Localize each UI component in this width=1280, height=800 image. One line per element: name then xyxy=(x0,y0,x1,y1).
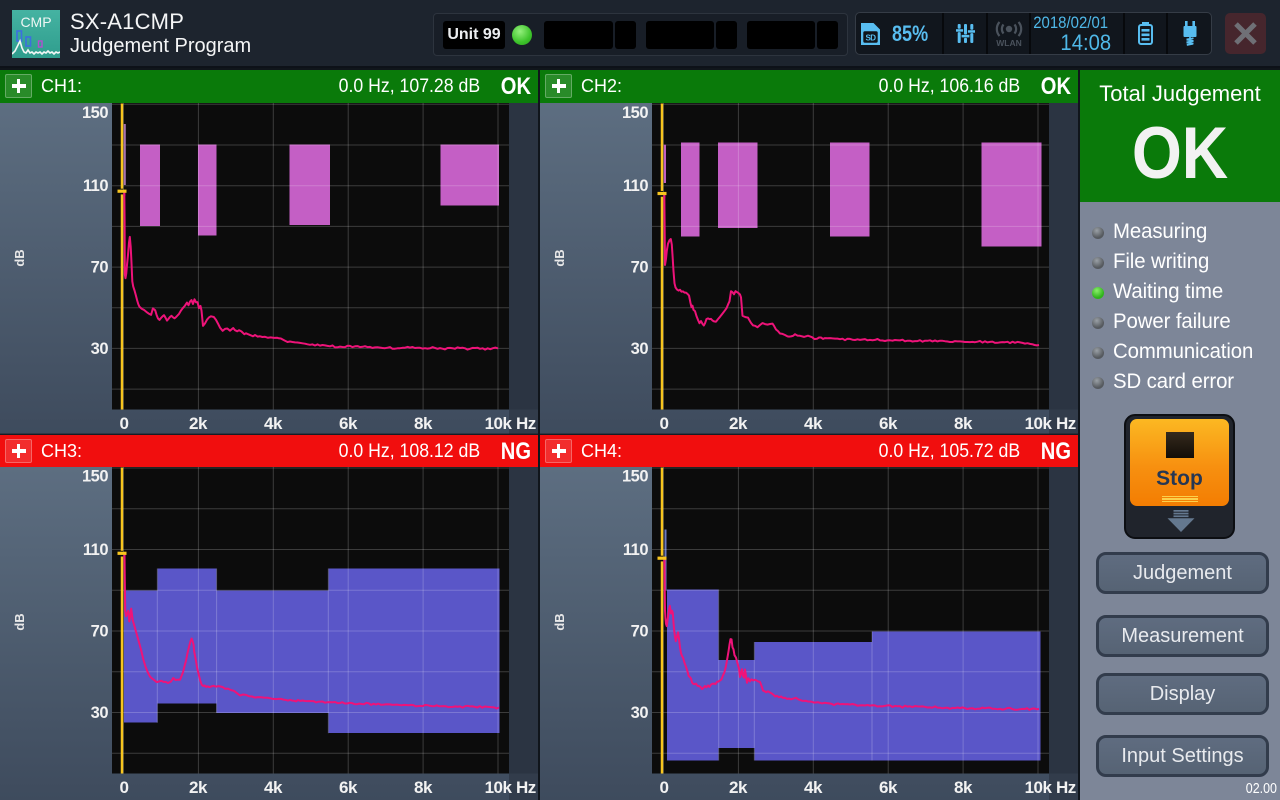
svg-text:110: 110 xyxy=(83,541,108,559)
svg-text:dB: dB xyxy=(552,613,567,630)
svg-text:10k: 10k xyxy=(1025,414,1053,433)
svg-text:Hz: Hz xyxy=(516,414,536,433)
svg-text:6k: 6k xyxy=(879,414,898,433)
svg-text:2k: 2k xyxy=(189,414,208,433)
svg-text:70: 70 xyxy=(91,259,109,277)
svg-text:8k: 8k xyxy=(414,414,433,433)
svg-text:Hz: Hz xyxy=(516,778,536,797)
svg-text:30: 30 xyxy=(91,704,109,722)
svg-text:dB: dB xyxy=(12,613,27,630)
svg-text:110: 110 xyxy=(623,541,648,559)
svg-text:150: 150 xyxy=(82,468,108,486)
svg-text:150: 150 xyxy=(622,104,648,122)
svg-text:4k: 4k xyxy=(264,778,283,797)
svg-text:2k: 2k xyxy=(729,414,748,433)
svg-text:110: 110 xyxy=(83,177,108,195)
svg-text:150: 150 xyxy=(82,104,108,122)
svg-text:dB: dB xyxy=(12,249,27,266)
svg-text:dB: dB xyxy=(552,249,567,266)
svg-text:0: 0 xyxy=(660,778,669,797)
svg-text:8k: 8k xyxy=(954,414,973,433)
svg-text:8k: 8k xyxy=(954,778,973,797)
svg-text:30: 30 xyxy=(631,704,649,722)
svg-text:150: 150 xyxy=(622,468,648,486)
svg-text:10k: 10k xyxy=(1025,778,1053,797)
svg-text:30: 30 xyxy=(631,340,649,358)
svg-text:8k: 8k xyxy=(414,778,433,797)
svg-text:70: 70 xyxy=(631,259,649,277)
svg-text:6k: 6k xyxy=(879,778,898,797)
svg-text:10k: 10k xyxy=(485,778,513,797)
svg-text:30: 30 xyxy=(91,340,109,358)
svg-text:2k: 2k xyxy=(189,778,208,797)
svg-text:4k: 4k xyxy=(804,414,823,433)
svg-text:CMP: CMP xyxy=(20,14,51,30)
svg-text:SD: SD xyxy=(866,33,877,42)
svg-text:10k: 10k xyxy=(485,414,513,433)
svg-text:0: 0 xyxy=(660,414,669,433)
svg-text:WLAN: WLAN xyxy=(996,38,1022,47)
svg-text:4k: 4k xyxy=(264,414,283,433)
svg-text:Hz: Hz xyxy=(1056,414,1076,433)
svg-text:Hz: Hz xyxy=(1056,778,1076,797)
svg-text:4k: 4k xyxy=(804,778,823,797)
svg-text:70: 70 xyxy=(631,623,649,641)
svg-text:6k: 6k xyxy=(339,414,358,433)
svg-text:110: 110 xyxy=(623,177,648,195)
svg-text:0: 0 xyxy=(120,778,129,797)
svg-text:0: 0 xyxy=(120,414,129,433)
svg-text:2k: 2k xyxy=(729,778,748,797)
svg-text:6k: 6k xyxy=(339,778,358,797)
svg-text:70: 70 xyxy=(91,623,109,641)
